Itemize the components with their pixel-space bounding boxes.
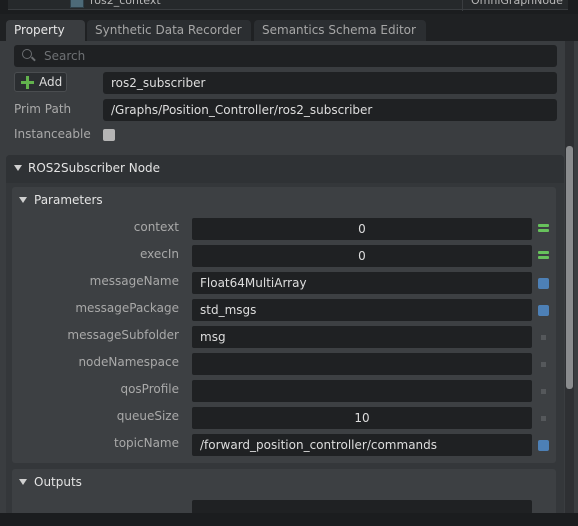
param-label-context: context <box>133 220 179 234</box>
param-label-messagepackage: messagePackage <box>75 301 179 315</box>
default-value-icon[interactable] <box>541 389 546 394</box>
param-field-messagename[interactable]: Float64MultiArray <box>192 272 532 294</box>
parameters-title: Parameters <box>34 193 103 207</box>
param-label-execin: execIn <box>139 247 179 261</box>
param-field-messagepackage[interactable]: std_msgs <box>192 299 532 321</box>
tab-semantics-schema-editor[interactable]: Semantics Schema Editor <box>254 20 426 41</box>
scrollbar-thumb[interactable] <box>566 146 573 389</box>
prim-path-label: Prim Path <box>14 102 72 116</box>
param-field-qosprofile[interactable] <box>192 380 532 402</box>
param-label-nodenamespace: nodeNamespace <box>78 355 179 369</box>
prim-name-field[interactable]: ros2_subscriber <box>103 72 557 94</box>
exec-connection-icon[interactable] <box>538 224 549 234</box>
plus-icon <box>21 76 34 89</box>
collapse-triangle-icon[interactable] <box>14 165 22 171</box>
output-field-partial[interactable] <box>192 500 532 513</box>
bottom-bar <box>0 513 578 526</box>
search-placeholder: Search <box>44 49 86 63</box>
stage-row-name: ros2_context <box>90 0 161 7</box>
connected-attribute-icon[interactable] <box>538 305 549 316</box>
tab-bar: Property Synthetic Data Recorder Semanti… <box>0 20 578 41</box>
param-field-nodenamespace[interactable] <box>192 353 532 375</box>
param-label-topicname: topicName <box>114 436 179 450</box>
param-label-qosprofile: qosProfile <box>120 382 179 396</box>
search-icon <box>22 49 32 59</box>
connected-attribute-icon[interactable] <box>538 278 549 289</box>
instanceable-label: Instanceable <box>14 127 91 141</box>
param-field-execin[interactable]: 0 <box>192 245 532 267</box>
stage-row-type: OmniGraphNode <box>462 0 563 11</box>
param-field-context[interactable]: 0 <box>192 218 532 240</box>
tab-property[interactable]: Property <box>6 20 85 41</box>
outputs-title: Outputs <box>34 475 82 489</box>
param-field-queuesize[interactable]: 10 <box>192 407 532 429</box>
parameters-triangle-icon[interactable] <box>19 197 27 203</box>
param-field-messagesubfolder[interactable]: msg <box>192 326 532 348</box>
default-value-icon[interactable] <box>541 335 546 340</box>
param-label-messagename: messageName <box>89 274 179 288</box>
add-button[interactable]: Add <box>14 72 67 92</box>
param-label-queuesize: queueSize <box>116 409 179 423</box>
exec-connection-icon[interactable] <box>538 251 549 261</box>
instanceable-checkbox[interactable] <box>103 129 115 141</box>
node-section-title: ROS2Subscriber Node <box>28 161 161 175</box>
prim-path-field[interactable]: /Graphs/Position_Controller/ros2_subscri… <box>103 99 557 121</box>
connected-attribute-icon[interactable] <box>538 440 549 451</box>
property-panel: Search Add ros2_subscriber Prim Path /Gr… <box>0 41 578 513</box>
param-label-messagesubfolder: messageSubfolder <box>67 328 179 342</box>
add-button-label: Add <box>39 75 63 89</box>
outputs-triangle-icon[interactable] <box>19 479 27 485</box>
tab-synthetic-data-recorder[interactable]: Synthetic Data Recorder <box>87 20 251 41</box>
param-field-topicname[interactable]: /forward_position_controller/commands <box>192 434 532 456</box>
prim-cube-icon <box>70 0 84 8</box>
default-value-icon[interactable] <box>541 416 546 421</box>
default-value-icon[interactable] <box>541 362 546 367</box>
search-field[interactable]: Search <box>14 45 557 67</box>
stage-tree-strip: ros2_context OmniGraphNode <box>0 0 578 14</box>
